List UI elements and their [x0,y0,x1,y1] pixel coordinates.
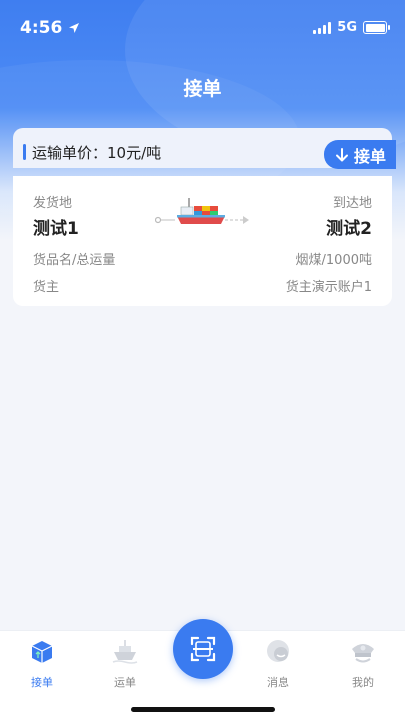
scan-button[interactable] [173,619,233,679]
goods-label: 货品名/总运量 [33,253,116,268]
owner-value: 货主演示账户1 [285,280,372,295]
unit-price-label: 运输单价：10元/吨 [32,144,162,162]
page-title: 接单 [183,78,222,100]
location-arrow-icon [69,23,80,33]
goods-value: 烟煤/1000吨 [295,253,372,268]
captain-hat-icon [352,644,374,663]
destination-value: 测试2 [326,219,372,239]
ship-icon [112,640,138,664]
tab-waybill-label: 运单 [114,676,136,689]
ship-route-icon [155,198,249,224]
destination-label: 到达地 [332,196,372,211]
tab-profile-label: 我的 [352,676,374,689]
tab-messages-label: 消息 [267,676,289,689]
order-card[interactable]: 发货地 测试1 到达地 测试2 货品名/总运量 烟煤/1000吨 货主 货主演示… [13,176,392,306]
price-accent-bar [23,144,26,160]
take-order-button-label: 接单 [353,146,386,166]
home-indicator [131,707,275,712]
tab-order[interactable]: 接单 [12,637,72,690]
scan-icon [190,636,216,662]
status-time-text: 4:56 [20,18,63,38]
tab-waybill[interactable]: 运单 [95,637,155,690]
network-type: 5G [337,20,357,35]
origin-value: 测试1 [33,219,79,239]
battery-icon [363,21,390,34]
tab-messages[interactable]: 消息 [248,637,308,690]
status-time: 4:56 [20,18,80,38]
owner-label: 货主 [33,280,60,295]
order-box-icon [31,641,53,663]
signal-icon [313,21,332,34]
message-icon [267,640,289,662]
status-bar: 4:56 5G [0,0,405,56]
tab-order-label: 接单 [31,676,53,689]
arrow-down-icon [335,147,348,161]
tab-profile[interactable]: 我的 [333,637,393,690]
take-order-button[interactable]: 接单 [324,140,396,169]
origin-label: 发货地 [33,196,73,211]
